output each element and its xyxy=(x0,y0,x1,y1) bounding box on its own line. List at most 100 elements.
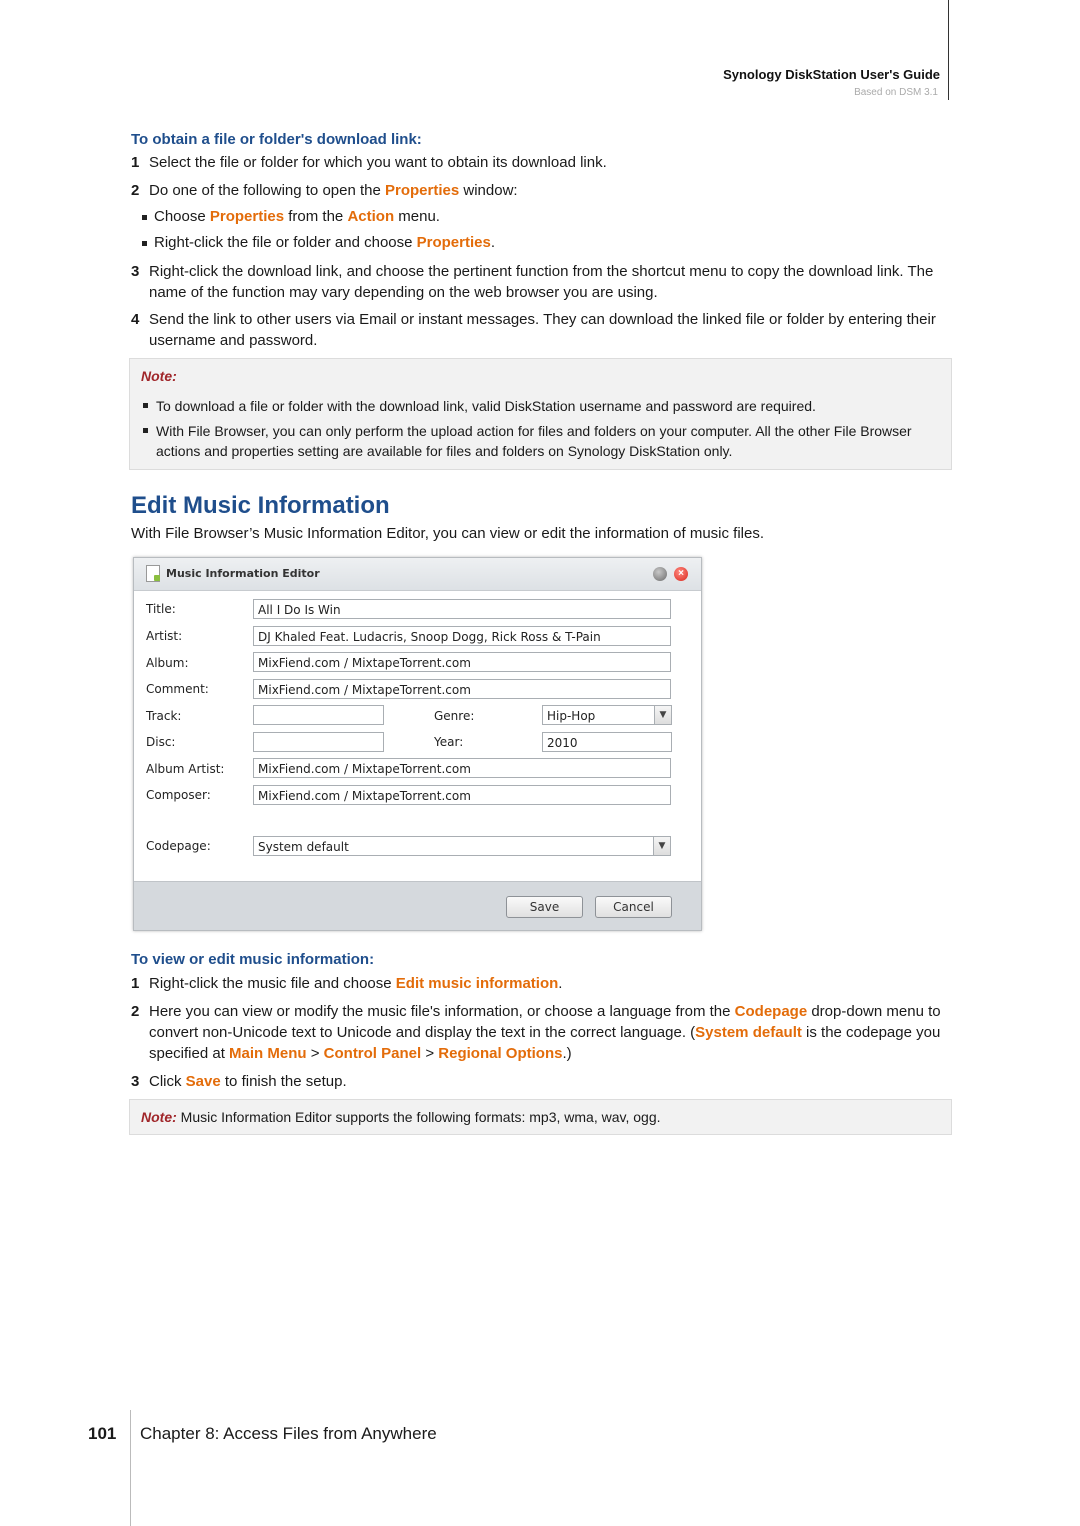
text: Click xyxy=(149,1073,186,1090)
formats-note: Note: Music Information Editor supports … xyxy=(141,1109,661,1125)
step-text: Send the link to other users via Email o… xyxy=(149,311,936,349)
text: .) xyxy=(562,1045,572,1062)
step-number: 2 xyxy=(131,182,140,199)
text: Right-click the music file and choose xyxy=(149,975,396,992)
album-artist-label: Album Artist: xyxy=(146,762,225,776)
genre-value: Hip-Hop xyxy=(547,709,596,723)
download-link-heading: To obtain a file or folder's download li… xyxy=(131,131,422,148)
page-number: 101 xyxy=(88,1424,117,1443)
text: . xyxy=(558,975,563,992)
header-rule xyxy=(948,0,949,100)
text: > xyxy=(421,1045,439,1062)
ui-term: Properties xyxy=(416,234,491,251)
year-label: Year: xyxy=(434,735,464,749)
section-intro: With File Browser’s Music Information Ed… xyxy=(131,525,765,542)
title-input[interactable]: All I Do Is Win xyxy=(253,599,671,619)
step-text: Here you can view or modify the music fi… xyxy=(149,1001,949,1064)
chapter-title: Chapter 8: Access Files from Anywhere xyxy=(140,1424,437,1443)
dialog-titlebar: Music Information Editor × xyxy=(134,558,701,591)
section-title: Edit Music Information xyxy=(131,492,390,519)
artist-label: Artist: xyxy=(146,629,183,643)
text: Do one of the following to open the xyxy=(149,182,386,199)
ui-term: Regional Options xyxy=(438,1045,563,1062)
text: . xyxy=(490,234,496,251)
view-step-3: 3 Click Save to finish the setup. xyxy=(0,1071,1000,1093)
note-label: Note: xyxy=(141,1109,177,1125)
step-number: 3 xyxy=(131,1073,140,1090)
chevron-down-icon[interactable]: ▼ xyxy=(653,837,670,855)
cancel-button[interactable]: Cancel xyxy=(595,896,672,918)
document-edit-icon xyxy=(146,565,160,582)
track-input[interactable] xyxy=(253,705,384,725)
codepage-label: Codepage: xyxy=(146,839,211,853)
save-button[interactable]: Save xyxy=(506,896,583,918)
step-number: 1 xyxy=(131,154,140,171)
codepage-select[interactable]: System default ▼ xyxy=(253,836,671,856)
dialog-footer: Save Cancel xyxy=(134,881,701,930)
text: Here you can view or modify the music fi… xyxy=(149,1003,735,1020)
composer-input[interactable]: MixFiend.com / MixtapeTorrent.com xyxy=(253,785,671,805)
music-information-editor-dialog: Music Information Editor × Title: All I … xyxy=(133,557,702,931)
view-step-2: 2 Here you can view or modify the music … xyxy=(0,1001,1000,1065)
artist-input[interactable]: DJ Khaled Feat. Ludacris, Snoop Dogg, Ri… xyxy=(253,626,671,646)
step-number: 2 xyxy=(131,1003,140,1020)
comment-input[interactable]: MixFiend.com / MixtapeTorrent.com xyxy=(253,679,671,699)
dialog-title: Music Information Editor xyxy=(166,567,320,580)
ui-term: Action xyxy=(347,208,395,225)
download-step-2: 2 Do one of the following to open the Pr… xyxy=(0,180,1000,202)
chevron-down-icon[interactable]: ▼ xyxy=(654,706,671,724)
download-step-1: 1 Select the file or folder for which yo… xyxy=(0,152,1000,174)
genre-select[interactable]: Hip-Hop ▼ xyxy=(542,705,672,725)
ui-term: Main Menu xyxy=(229,1045,307,1062)
view-step-1: 1 Right-click the music file and choose … xyxy=(0,973,1000,995)
guide-version: Based on DSM 3.1 xyxy=(854,87,938,98)
view-edit-heading: To view or edit music information: xyxy=(131,951,375,968)
download-step-4: 4 Send the link to other users via Email… xyxy=(0,309,1000,353)
genre-label: Genre: xyxy=(434,709,475,723)
ui-term: Properties xyxy=(385,182,460,199)
year-input[interactable]: 2010 xyxy=(542,732,672,752)
guide-title: Synology DiskStation User's Guide xyxy=(723,67,940,82)
text: window: xyxy=(459,182,518,199)
step-text: Do one of the following to open the Prop… xyxy=(149,180,949,201)
ui-term: Save xyxy=(185,1073,221,1090)
step-number: 3 xyxy=(131,263,140,280)
ui-term: Edit music information xyxy=(395,975,559,992)
dialog-body: Title: All I Do Is Win Artist: DJ Khaled… xyxy=(134,591,701,881)
album-input[interactable]: MixFiend.com / MixtapeTorrent.com xyxy=(253,652,671,672)
note-item: With File Browser, you can only perform … xyxy=(143,421,936,461)
download-step-3: 3 Right-click the download link, and cho… xyxy=(0,261,1000,305)
comment-label: Comment: xyxy=(146,682,209,696)
text: menu. xyxy=(394,208,440,225)
composer-label: Composer: xyxy=(146,788,211,802)
text: to finish the setup. xyxy=(220,1073,347,1090)
step-text: Right-click the download link, and choos… xyxy=(149,263,934,301)
formats-note-box: Note: Music Information Editor supports … xyxy=(129,1099,952,1135)
text: from the xyxy=(284,208,348,225)
note-box: Note: To download a file or folder with … xyxy=(129,358,952,470)
text: Choose xyxy=(154,208,210,225)
track-label: Track: xyxy=(146,709,182,723)
sub-bullet: Choose Properties from the Action menu. xyxy=(142,208,440,225)
title-label: Title: xyxy=(146,602,176,616)
minimize-icon[interactable] xyxy=(653,567,667,581)
album-label: Album: xyxy=(146,656,189,670)
ui-term: System default xyxy=(695,1024,802,1041)
step-number: 1 xyxy=(131,975,140,992)
album-artist-input[interactable]: MixFiend.com / MixtapeTorrent.com xyxy=(253,758,671,778)
footer-rule xyxy=(130,1410,131,1526)
ui-term: Control Panel xyxy=(323,1045,422,1062)
step-text: Click Save to finish the setup. xyxy=(149,1071,949,1092)
note-item: To download a file or folder with the do… xyxy=(143,396,936,416)
disc-input[interactable] xyxy=(253,732,384,752)
sub-bullet: Right-click the file or folder and choos… xyxy=(141,234,496,251)
note-text: Music Information Editor supports the fo… xyxy=(176,1109,661,1125)
text: Right-click the file or folder and choos… xyxy=(154,234,417,251)
step-text: Right-click the music file and choose Ed… xyxy=(149,973,949,994)
step-number: 4 xyxy=(131,311,140,328)
disc-label: Disc: xyxy=(146,735,176,749)
note-label: Note: xyxy=(141,368,177,384)
step-text: Select the file or folder for which you … xyxy=(149,154,607,171)
ui-term: Properties xyxy=(209,208,285,225)
close-icon[interactable]: × xyxy=(674,567,688,581)
